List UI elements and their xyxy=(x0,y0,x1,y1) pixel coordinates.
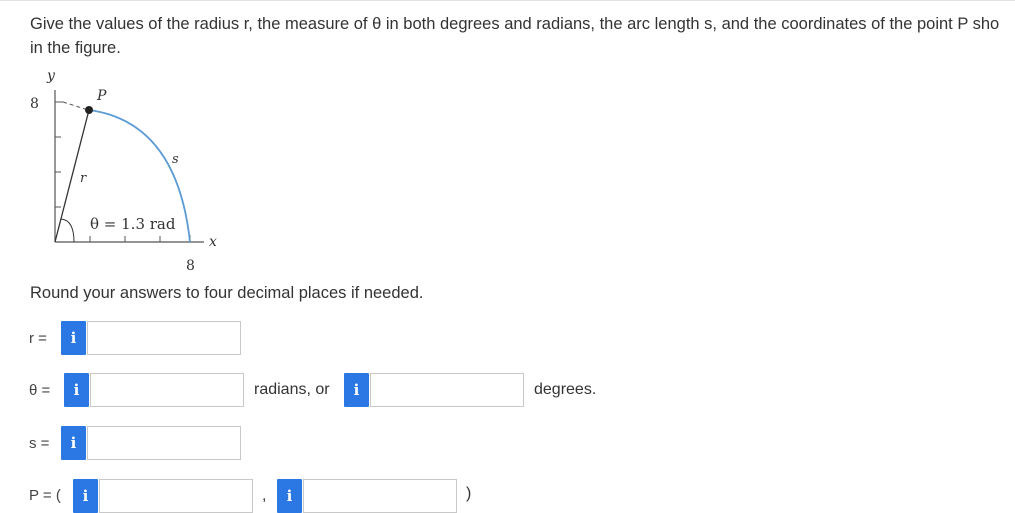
point-label: P xyxy=(96,88,107,104)
s-label: s = xyxy=(29,435,50,452)
r-label: r = xyxy=(29,330,47,347)
point-p-marker xyxy=(85,106,93,114)
p-separator: , xyxy=(262,487,267,504)
rounding-instruction: Round your answers to four decimal place… xyxy=(30,284,424,302)
radius-label: r xyxy=(80,171,87,186)
angle-arc xyxy=(60,218,75,243)
question-text: Give the values of the radius r, the mea… xyxy=(30,12,1015,60)
p-label: P = ( xyxy=(29,487,61,504)
dashed-guide xyxy=(62,101,86,110)
theta-degrees-input[interactable] xyxy=(370,373,524,407)
info-icon[interactable]: i xyxy=(61,321,86,355)
question-line-1: Give the values of the radius r, the mea… xyxy=(30,15,1000,33)
y-axis-label: y xyxy=(46,68,56,84)
p-y-input[interactable] xyxy=(303,479,457,513)
info-icon[interactable]: i xyxy=(344,373,369,407)
theta-label: θ = xyxy=(29,382,51,399)
unit-circle-figure: y 8 P s r θ = 1.3 rad x 8 xyxy=(30,68,217,274)
info-icon[interactable]: i xyxy=(73,479,98,513)
y-tick-label: 8 xyxy=(30,96,39,112)
x-tick-label: 8 xyxy=(186,258,195,274)
info-icon[interactable]: i xyxy=(64,373,89,407)
angle-label: θ = 1.3 rad xyxy=(90,215,176,233)
r-input[interactable] xyxy=(87,321,241,355)
radians-suffix: radians, or xyxy=(254,381,330,398)
p-x-input[interactable] xyxy=(99,479,253,513)
p-close-paren: ) xyxy=(466,485,472,502)
theta-radians-input[interactable] xyxy=(90,373,244,407)
x-axis-label: x xyxy=(209,234,217,250)
info-icon[interactable]: i xyxy=(277,479,302,513)
top-divider xyxy=(0,0,1015,1)
s-input[interactable] xyxy=(87,426,241,460)
arc-label: s xyxy=(172,152,179,167)
question-line-2: in the figure. xyxy=(30,39,121,57)
info-icon[interactable]: i xyxy=(61,426,86,460)
degrees-suffix: degrees. xyxy=(534,381,597,398)
